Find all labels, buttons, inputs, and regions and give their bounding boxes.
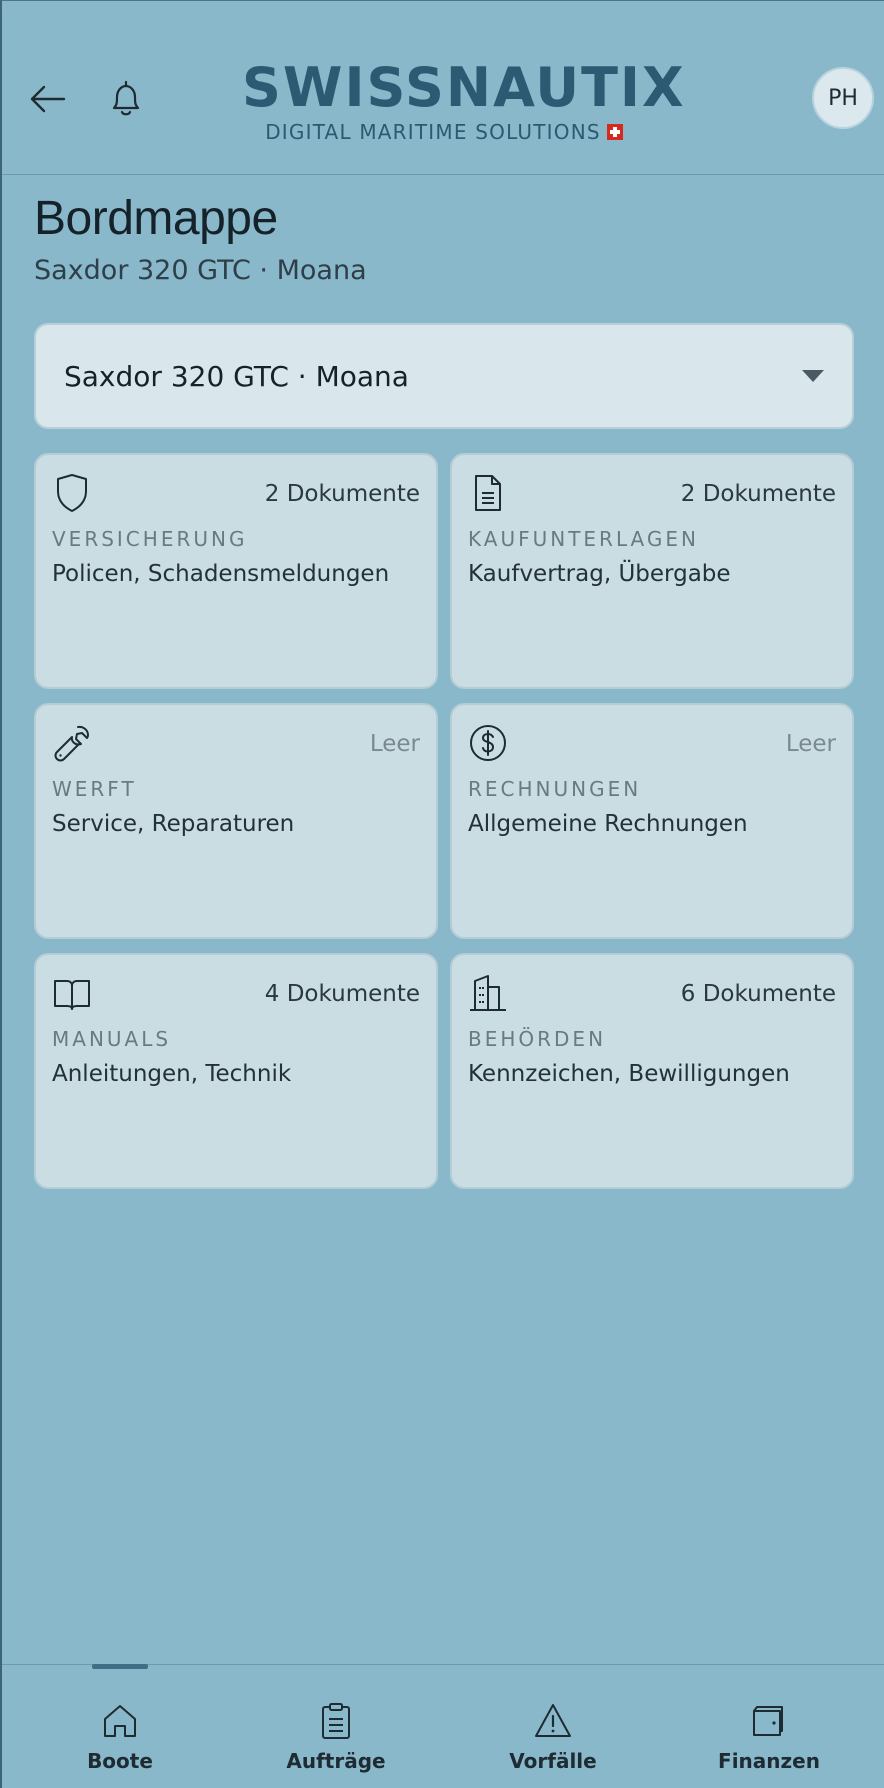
category-description: Policen, Schadensmeldungen [52, 561, 390, 587]
app-frame: SWISSNAUTIX DIGITAL MARITIME SOLUTIONS P… [0, 0, 884, 1788]
boat-select-value: Saxdor 320 GTC · Moana [64, 359, 409, 393]
category-card-werft[interactable]: Leer WERFT Service, Reparaturen [34, 703, 438, 939]
arrow-left-icon [30, 85, 66, 113]
category-grid: 2 Dokumente VERSICHERUNG Policen, Schade… [34, 453, 854, 1189]
bell-icon [112, 80, 140, 116]
document-count: Leer [785, 731, 836, 757]
swiss-flag-icon [606, 124, 623, 140]
document-count: 2 Dokumente [264, 481, 420, 507]
nav-label: Boote [87, 1749, 153, 1773]
category-name: MANUALS [52, 1027, 172, 1051]
category-description: Anleitungen, Technik [52, 1061, 292, 1087]
category-card-versicherung[interactable]: 2 Dokumente VERSICHERUNG Policen, Schade… [34, 453, 438, 689]
category-description: Allgemeine Rechnungen [468, 811, 748, 837]
document-count: 6 Dokumente [680, 981, 836, 1007]
page-subtitle: Saxdor 320 GTC · Moana [34, 255, 367, 286]
back-button[interactable] [26, 77, 70, 121]
nav-label: Vorfälle [509, 1749, 597, 1773]
building-icon [470, 975, 506, 1011]
category-description: Service, Reparaturen [52, 811, 295, 837]
logo-tagline: DIGITAL MARITIME SOLUTIONS [242, 119, 646, 145]
category-name: KAUFUNTERLAGEN [468, 527, 699, 551]
wrench-icon [54, 725, 89, 762]
notifications-button[interactable] [102, 75, 150, 123]
top-bar: SWISSNAUTIX DIGITAL MARITIME SOLUTIONS P… [2, 1, 884, 175]
document-count: Leer [369, 731, 420, 757]
wallet-icon [753, 1706, 783, 1736]
home-icon [104, 1705, 136, 1737]
document-icon [475, 475, 501, 511]
logo-tagline-text: DIGITAL MARITIME SOLUTIONS [265, 120, 601, 144]
nav-label: Finanzen [718, 1749, 820, 1773]
dropdown-arrow-icon [802, 370, 824, 382]
bottom-navigation: Boote Aufträge Vorfälle Finanzen [2, 1664, 884, 1788]
category-name: VERSICHERUNG [52, 527, 248, 551]
category-card-rechnungen[interactable]: Leer RECHNUNGEN Allgemeine Rechnungen [450, 703, 854, 939]
page-title: Bordmappe [34, 192, 278, 245]
nav-item-vorfaelle[interactable]: Vorfälle [453, 1665, 653, 1788]
shield-icon [57, 474, 87, 512]
category-card-kaufunterlagen[interactable]: 2 Dokumente KAUFUNTERLAGEN Kaufvertrag, … [450, 453, 854, 689]
nav-label: Aufträge [286, 1749, 386, 1773]
category-name: RECHNUNGEN [468, 777, 642, 801]
nav-item-finanzen[interactable]: Finanzen [669, 1665, 869, 1788]
swissnautix-logo: SWISSNAUTIX DIGITAL MARITIME SOLUTIONS [242, 56, 686, 147]
category-card-manuals[interactable]: 4 Dokumente MANUALS Anleitungen, Technik [34, 953, 438, 1189]
document-count: 4 Dokumente [264, 981, 420, 1007]
nav-item-boote[interactable]: Boote [20, 1665, 220, 1788]
boat-select[interactable]: Saxdor 320 GTC · Moana [34, 323, 854, 429]
category-card-behoerden[interactable]: 6 Dokumente BEHÖRDEN Kennzeichen, Bewill… [450, 953, 854, 1189]
warning-icon [535, 1704, 571, 1737]
logo-wordmark: SWISSNAUTIX [242, 56, 686, 119]
nav-item-auftraege[interactable]: Aufträge [236, 1665, 436, 1788]
document-count: 2 Dokumente [680, 481, 836, 507]
category-name: WERFT [52, 777, 137, 801]
book-icon [54, 980, 90, 1010]
category-description: Kaufvertrag, Übergabe [468, 561, 731, 587]
clipboard-icon [322, 1703, 350, 1739]
user-avatar[interactable]: PH [812, 67, 874, 129]
category-description: Kennzeichen, Bewilligungen [468, 1061, 790, 1087]
dollar-icon [470, 725, 506, 761]
category-name: BEHÖRDEN [468, 1027, 607, 1051]
